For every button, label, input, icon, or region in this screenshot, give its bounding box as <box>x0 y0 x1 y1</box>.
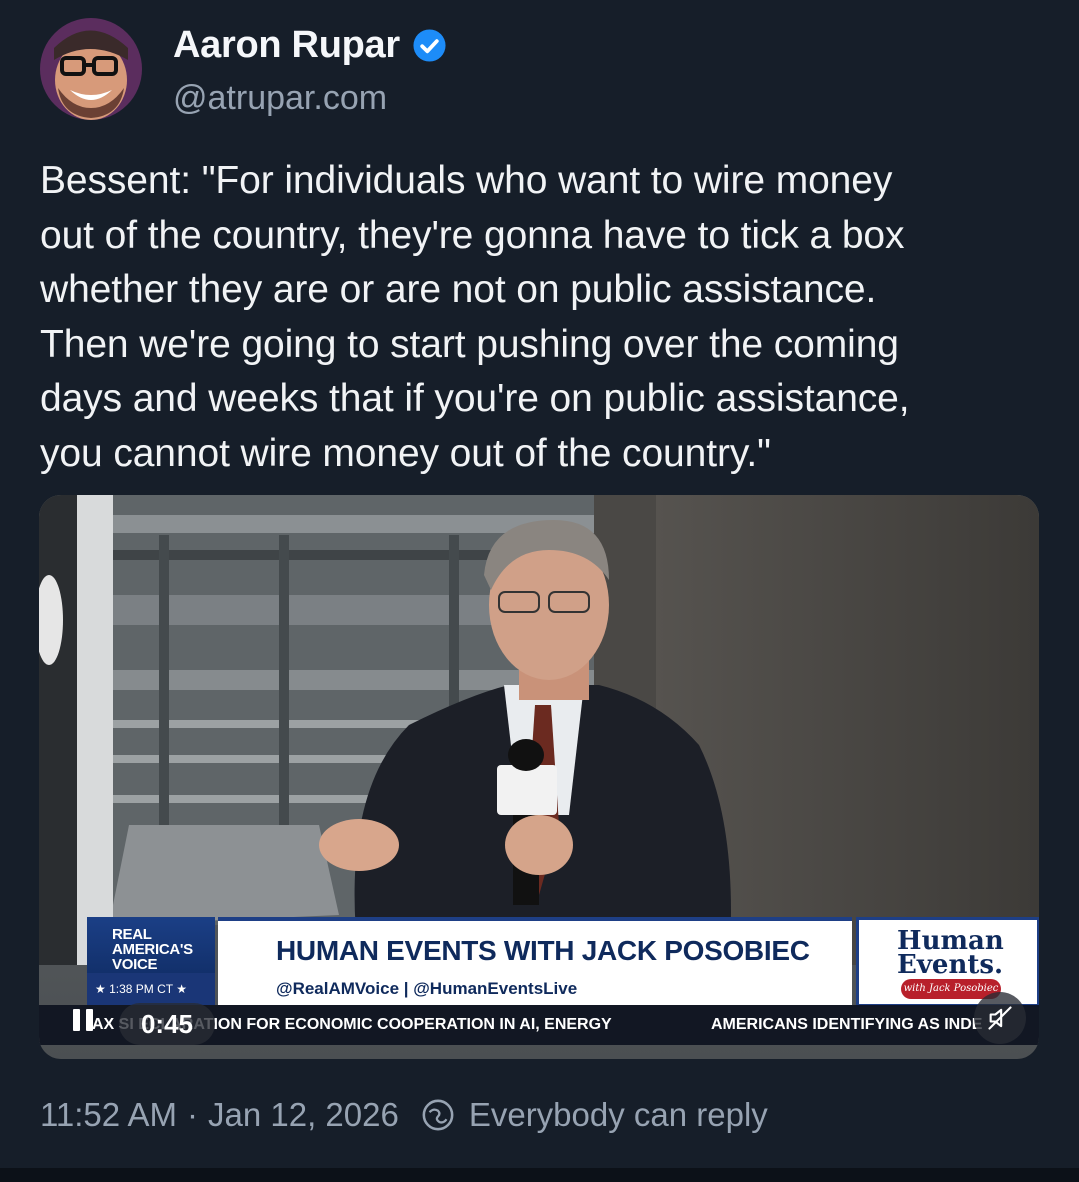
network-logo-line1: REAL <box>112 926 152 943</box>
video-player[interactable]: REAL AMERICA'S VOICE HUMAN EVENTS WITH J… <box>39 495 1039 1059</box>
reply-setting[interactable]: Everybody can reply <box>469 1096 768 1134</box>
author-name-row[interactable]: Aaron Rupar <box>173 24 447 67</box>
pause-icon <box>73 1009 80 1031</box>
author-handle[interactable]: @atrupar.com <box>173 79 387 118</box>
show-title: HUMAN EVENTS WITH JACK POSOBIEC <box>218 917 852 973</box>
social-handles: @RealAMVoice | @HumanEventsLive <box>218 973 852 1005</box>
mute-button[interactable] <box>974 992 1026 1044</box>
bottom-divider <box>0 1168 1079 1182</box>
post-text: Bessent: "For individuals who want to wi… <box>40 159 910 475</box>
speaker-muted-icon <box>988 1006 1012 1030</box>
ticker-right-text: AMERICANS IDENTIFYING AS INDE <box>711 1016 983 1033</box>
author-name[interactable]: Aaron Rupar <box>173 24 400 67</box>
post-date[interactable]: Jan 12, 2026 <box>208 1096 399 1134</box>
show-logo: Human Events. with Jack Posobiec <box>856 917 1039 1007</box>
post-meta: 11:52 AM · Jan 12, 2026 Everybody can re… <box>40 1096 768 1134</box>
post-time[interactable]: 11:52 AM <box>40 1096 177 1134</box>
network-logo-line2: AMERICA'S <box>112 941 193 958</box>
reply-globe-icon <box>422 1099 454 1131</box>
author-avatar[interactable] <box>40 18 142 120</box>
elapsed-time: 0:45 <box>119 1003 215 1045</box>
avatar-image <box>40 18 142 120</box>
network-logo-line3: VOICE <box>112 956 158 973</box>
network-logo: REAL AMERICA'S VOICE <box>87 917 215 973</box>
meta-separator: · <box>186 1096 198 1133</box>
show-logo-line2: Events. <box>897 950 1004 980</box>
verified-badge-icon <box>413 29 446 62</box>
pause-button[interactable] <box>53 995 113 1045</box>
